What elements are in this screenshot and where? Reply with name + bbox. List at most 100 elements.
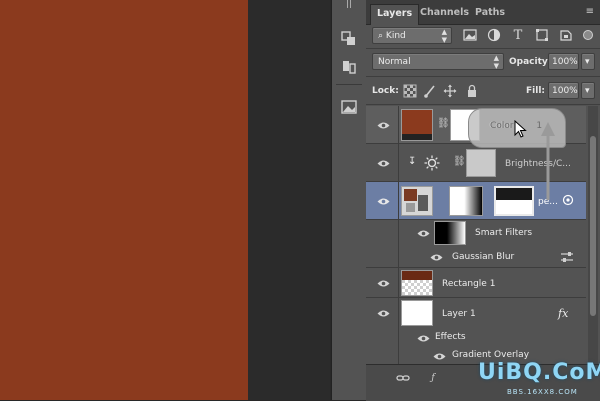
smart-filter-mask-thumbnail[interactable] xyxy=(449,186,483,216)
visibility-eye-icon[interactable] xyxy=(373,273,393,293)
smart-filters-label[interactable]: Smart Filters xyxy=(475,228,532,238)
visibility-eye-icon[interactable] xyxy=(413,223,433,243)
panel-menu-icon[interactable]: ≡ xyxy=(586,6,594,17)
divider xyxy=(398,144,399,182)
filter-kind-select[interactable]: ⌕ Kind ▲ ▼ xyxy=(372,27,452,44)
pixel-layer-filter-icon[interactable] xyxy=(462,27,478,43)
watermark-logo: UiBQ.CoM xyxy=(478,360,600,385)
select-arrows-icon: ▲ ▼ xyxy=(441,28,447,44)
divider xyxy=(398,246,399,268)
effect-name[interactable]: Gradient Overlay xyxy=(452,350,529,360)
divider xyxy=(366,48,600,49)
brightness-sun-icon xyxy=(424,155,440,171)
filter-kind-label: Kind xyxy=(385,31,406,41)
lock-transparent-pixels-icon[interactable] xyxy=(402,83,418,99)
divider xyxy=(398,220,399,246)
clone-source-icon[interactable] xyxy=(338,28,360,50)
blend-mode-value: Normal xyxy=(378,57,411,67)
thumbnail-detail xyxy=(418,195,428,211)
image-panel-icon[interactable] xyxy=(338,96,360,118)
lock-all-icon[interactable] xyxy=(464,83,480,99)
divider xyxy=(366,76,600,77)
type-layer-filter-icon[interactable]: T xyxy=(510,27,526,43)
opacity-dropdown-button[interactable]: ▾ xyxy=(581,53,595,70)
layer-row-layer-1[interactable]: Layer 1 fx xyxy=(366,298,586,328)
mouse-pointer-icon xyxy=(514,120,527,138)
watermark-url: BBS.16XX8.COM xyxy=(507,388,578,396)
layer-name[interactable]: Rectangle 1 xyxy=(442,279,495,289)
divider xyxy=(398,268,399,298)
layer-thumbnail[interactable] xyxy=(401,186,433,216)
visibility-eye-icon[interactable] xyxy=(373,153,393,173)
layer-mask-thumbnail[interactable] xyxy=(494,186,534,216)
layers-scrollbar[interactable] xyxy=(588,106,598,364)
thumbnail-detail xyxy=(496,188,532,200)
visibility-eye-icon[interactable] xyxy=(373,303,393,323)
lock-label: Lock: xyxy=(372,86,399,96)
layer-thumbnail[interactable] xyxy=(401,270,433,296)
lock-image-pixels-icon[interactable] xyxy=(422,83,438,99)
layer-thumbnail[interactable] xyxy=(401,109,433,141)
filter-toggle-icon[interactable] xyxy=(580,27,596,43)
clipping-mask-arrow-icon: ↧ xyxy=(408,156,417,167)
canvas-gutter xyxy=(248,0,330,400)
tab-channels[interactable]: Channels xyxy=(414,4,475,24)
smart-object-filter-icon[interactable] xyxy=(558,27,574,43)
paragraph-styles-icon[interactable] xyxy=(338,56,360,78)
fx-icon[interactable]: fx xyxy=(558,307,568,320)
drag-direction-arrow-icon xyxy=(541,122,555,200)
opacity-input[interactable]: 100% xyxy=(548,53,579,70)
fill-dropdown-button[interactable]: ▾ xyxy=(581,82,595,99)
layers-panel: Layers Channels Paths ≡ ⌕ Kind ▲ ▼ T Norm… xyxy=(366,0,600,401)
search-icon: ⌕ xyxy=(378,31,384,41)
lock-position-icon[interactable] xyxy=(442,83,458,99)
filter-blending-options-icon[interactable] xyxy=(560,251,574,263)
select-arrows-icon: ▲ ▼ xyxy=(493,54,499,70)
shape-layer-filter-icon[interactable] xyxy=(534,27,550,43)
layer-name[interactable]: Layer 1 xyxy=(442,309,476,319)
divider xyxy=(398,298,399,328)
layer-name[interactable]: Brightness/C... xyxy=(505,159,571,169)
smart-filters-row[interactable]: Smart Filters xyxy=(366,220,586,246)
layer-mask-thumbnail[interactable] xyxy=(466,149,496,177)
tab-layers[interactable]: Layers xyxy=(370,4,420,25)
opacity-label: Opacity: xyxy=(509,57,552,67)
effects-row[interactable]: Effects xyxy=(366,328,586,346)
link-chain-icon[interactable]: ⛓ xyxy=(453,156,466,167)
thumbnail-detail xyxy=(404,189,417,201)
blend-mode-select[interactable]: Normal ▲ ▼ xyxy=(372,53,504,70)
adjustment-badge xyxy=(402,134,432,140)
document-canvas[interactable] xyxy=(0,0,248,400)
layer-row-rectangle-1[interactable]: Rectangle 1 xyxy=(366,268,586,298)
thumbnail-detail xyxy=(406,203,415,212)
visibility-eye-icon[interactable] xyxy=(413,328,433,348)
smart-filter-mask-thumbnail[interactable] xyxy=(434,221,466,245)
link-chain-icon[interactable]: ⛓ xyxy=(437,118,450,129)
effects-label[interactable]: Effects xyxy=(435,332,466,342)
panel-icon-strip xyxy=(331,0,367,400)
filter-name[interactable]: Gaussian Blur xyxy=(452,252,514,262)
divider xyxy=(398,328,399,346)
visibility-eye-icon[interactable] xyxy=(373,115,393,135)
add-layer-style-icon[interactable]: ƒ xyxy=(424,371,442,385)
divider xyxy=(398,182,399,220)
visibility-eye-icon[interactable] xyxy=(426,247,446,267)
link-layers-icon[interactable] xyxy=(394,371,412,385)
smart-object-badge-icon xyxy=(562,194,574,206)
divider xyxy=(398,106,399,144)
panel-tabs: Layers Channels Paths ≡ xyxy=(366,0,600,25)
fill-label: Fill: xyxy=(526,86,546,96)
tool-separator xyxy=(336,84,362,85)
adjustment-layer-filter-icon[interactable] xyxy=(486,27,502,43)
scrollbar-thumb[interactable] xyxy=(590,136,596,316)
thumbnail-detail xyxy=(402,271,432,280)
gaussian-blur-row[interactable]: Gaussian Blur xyxy=(366,246,586,268)
fill-input[interactable]: 100% xyxy=(548,82,579,99)
tab-paths[interactable]: Paths xyxy=(469,4,511,24)
grip-icon[interactable] xyxy=(338,0,360,10)
divider xyxy=(398,346,399,364)
visibility-eye-icon[interactable] xyxy=(373,191,393,211)
divider xyxy=(366,104,600,105)
visibility-eye-icon[interactable] xyxy=(429,346,449,364)
layer-thumbnail[interactable] xyxy=(401,300,433,326)
